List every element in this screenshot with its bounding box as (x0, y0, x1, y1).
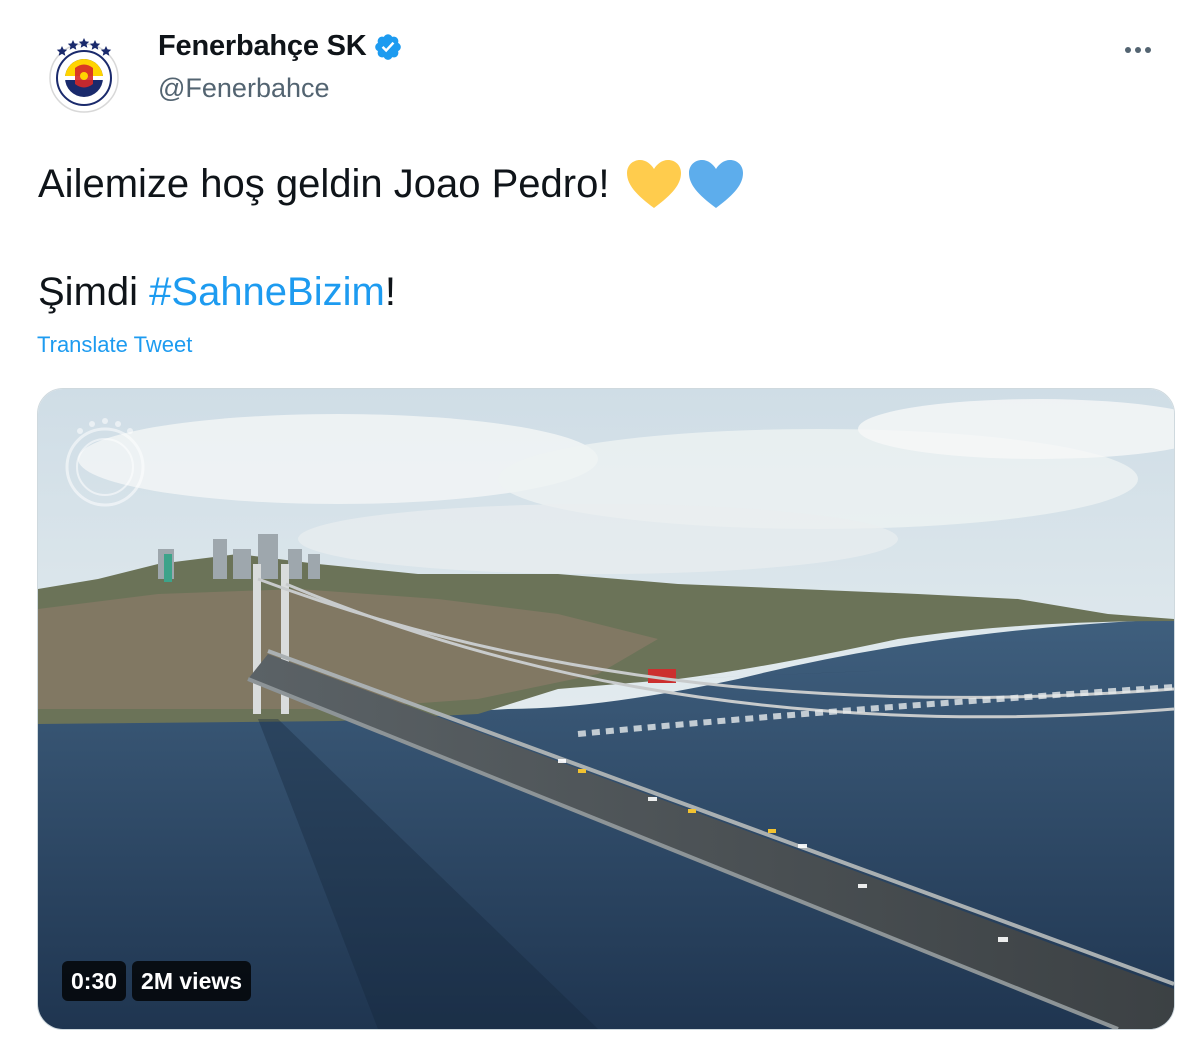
author-name-row[interactable]: Fenerbahçe SK (158, 30, 403, 63)
video-duration: 0:30 (62, 961, 127, 1001)
verified-badge-icon (373, 32, 403, 62)
emoji-group (625, 158, 745, 210)
translate-tweet-link[interactable]: Translate Tweet (37, 332, 192, 358)
video-thumbnail (38, 389, 1174, 1029)
tweet: Fenerbahçe SK @Fenerbahce Ailemize hoş g… (0, 0, 1200, 1050)
video-player[interactable]: 0:30 2M views (37, 388, 1175, 1030)
blue-heart-icon (689, 160, 744, 208)
video-badges: 0:30 2M views (62, 961, 252, 1001)
fenerbahce-crest-icon (49, 38, 119, 113)
author-handle[interactable]: @Fenerbahce (158, 73, 330, 104)
tweet-text: Ailemize hoş geldin Joao Pedro! (38, 161, 610, 206)
tweet-text-line2: Şimdi #SahneBizim! (38, 270, 396, 315)
video-views: 2M views (132, 961, 252, 1001)
tweet-text-suffix: ! (384, 270, 396, 314)
tweet-text-prefix: Şimdi (38, 270, 150, 314)
more-options-icon[interactable] (1120, 36, 1156, 64)
avatar[interactable] (42, 32, 126, 116)
yellow-heart-icon (627, 160, 682, 208)
author-display-name[interactable]: Fenerbahçe SK (158, 30, 367, 63)
fenerbahce-watermark-icon (65, 418, 145, 507)
hashtag-link[interactable]: #SahneBizim (149, 270, 385, 314)
tweet-text-line1: Ailemize hoş geldin Joao Pedro! (38, 158, 745, 210)
